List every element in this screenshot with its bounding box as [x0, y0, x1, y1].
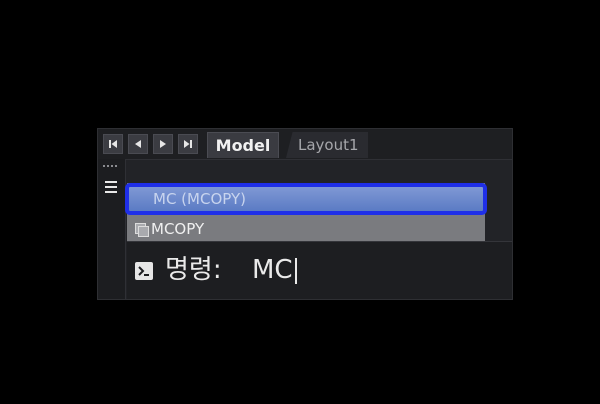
command-input[interactable]: MC [252, 255, 293, 285]
command-line[interactable]: 명령: MC [127, 241, 512, 299]
text-caret [295, 258, 297, 284]
layout-tab-bar: Model Layout1 [98, 129, 512, 160]
copy-icon [135, 222, 149, 237]
menu-icon[interactable] [105, 181, 117, 193]
command-line-handle[interactable] [98, 159, 126, 299]
autocomplete-selected-item[interactable]: MC (MCOPY) [125, 183, 487, 215]
grip-icon [103, 165, 119, 169]
first-icon [109, 140, 117, 148]
autocomplete-item-label: MCOPY [151, 220, 205, 238]
next-layout-button[interactable] [153, 134, 173, 154]
prompt-icon [135, 262, 153, 280]
first-layout-button[interactable] [103, 134, 123, 154]
autocomplete-item-mcopy[interactable]: MCOPY [127, 217, 485, 241]
last-icon [184, 140, 192, 148]
tab-model[interactable]: Model [207, 132, 279, 158]
next-icon [160, 140, 166, 148]
command-prompt-label: 명령: [165, 255, 222, 285]
prev-layout-button[interactable] [128, 134, 148, 154]
last-layout-button[interactable] [178, 134, 198, 154]
prev-icon [135, 140, 141, 148]
command-panel: Model Layout1 MC (MCOPY) MCOPY 명령: MC [97, 128, 513, 300]
tab-layout1[interactable]: Layout1 [286, 132, 368, 158]
